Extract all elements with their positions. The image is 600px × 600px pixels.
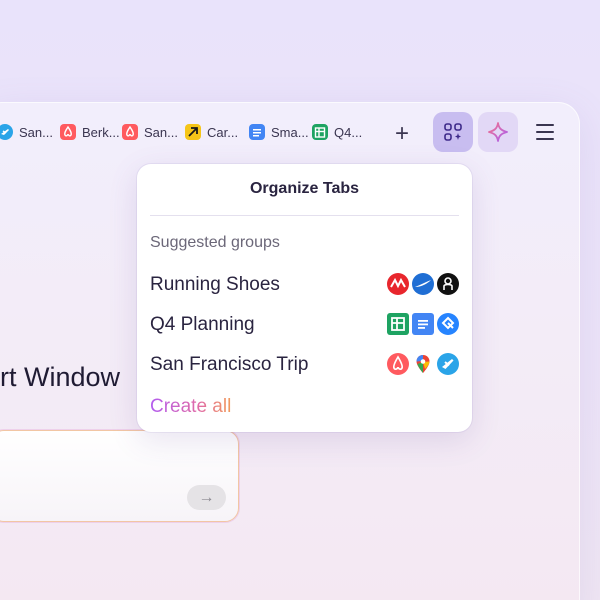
arrow-icon — [185, 124, 201, 140]
airplane-icon — [437, 353, 459, 375]
airbnb-icon — [60, 124, 76, 140]
organize-tabs-button[interactable] — [433, 112, 473, 152]
create-all-button[interactable]: Create all — [150, 396, 231, 418]
sheets-icon — [312, 124, 328, 140]
brooks-icon — [412, 273, 434, 295]
sheets-icon — [387, 313, 409, 335]
ai-assistant-button[interactable] — [478, 112, 518, 152]
tab-label: Q4... — [334, 124, 363, 140]
tab-car[interactable]: Car... — [185, 122, 238, 142]
group-name: Running Shoes — [150, 274, 280, 295]
sparkle-icon — [488, 122, 508, 142]
jira-icon — [437, 313, 459, 335]
divider — [150, 215, 459, 216]
tab-label: San... — [19, 124, 53, 140]
suggested-groups-label: Suggested groups — [150, 234, 280, 251]
organize-tabs-popup: Organize Tabs Suggested groups Running S… — [137, 164, 472, 432]
menu-line — [536, 124, 554, 126]
hamburger-menu-button[interactable] — [532, 120, 558, 144]
docs-icon — [249, 124, 265, 140]
page-heading: rt Window — [0, 362, 121, 392]
popup-title: Organize Tabs — [249, 180, 360, 197]
menu-line — [536, 138, 554, 140]
tab-san-flight[interactable]: San... — [0, 122, 53, 142]
group-name: Q4 Planning — [150, 314, 255, 335]
tab-label: Sma... — [271, 124, 309, 140]
menu-line — [536, 131, 554, 133]
tab-q4-sheet[interactable]: Q4... — [312, 122, 362, 142]
tab-label: Berk... — [82, 124, 120, 140]
group-row-q4-planning[interactable]: Q4 Planning — [150, 310, 459, 338]
tab-label: Car... — [207, 124, 239, 140]
tab-san-airbnb[interactable]: San... — [122, 122, 178, 142]
docs-icon — [412, 313, 434, 335]
group-row-san-francisco-trip[interactable]: San Francisco Trip — [150, 350, 459, 378]
airbnb-icon — [387, 353, 409, 375]
tab-berkeley-airbnb[interactable]: Berk... — [60, 122, 120, 142]
airbnb-icon — [122, 124, 138, 140]
maps-pin-icon — [412, 353, 434, 375]
arrow-right-icon: → — [198, 488, 215, 506]
group-row-running-shoes[interactable]: Running Shoes — [150, 270, 459, 298]
new-tab-button[interactable]: + — [389, 122, 415, 148]
send-button[interactable]: → — [187, 485, 226, 510]
tab-smart-doc[interactable]: Sma... — [249, 122, 309, 142]
airplane-icon — [0, 124, 13, 140]
new-balance-icon — [387, 273, 409, 295]
group-name: San Francisco Trip — [150, 354, 309, 375]
on-running-icon — [437, 273, 459, 295]
organize-tabs-icon — [444, 123, 462, 141]
tab-label: San... — [144, 124, 178, 140]
